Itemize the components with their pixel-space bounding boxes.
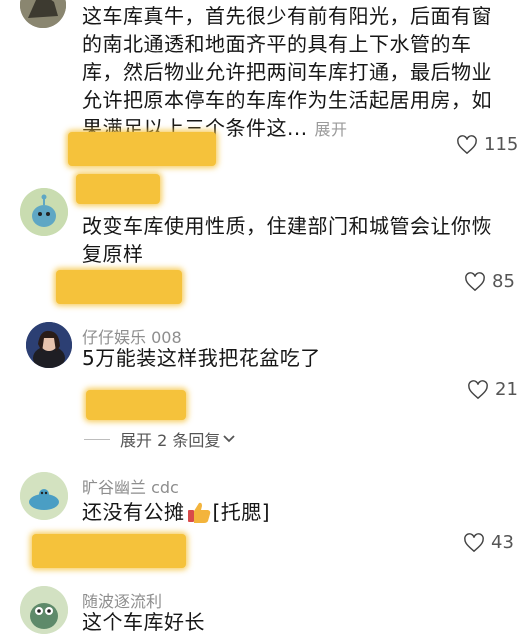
like-count: 21 — [495, 379, 518, 400]
redaction-bar — [86, 390, 186, 420]
comment-text: 还没有公摊 [托腮] — [82, 498, 270, 526]
thumbs-up-emoji-icon — [187, 502, 210, 523]
avatar[interactable] — [20, 0, 66, 28]
comment-text-part: [托腮] — [212, 500, 271, 524]
comment-line: 这车库真牛，首先很少有前有阳光，后面有窗 — [82, 4, 492, 28]
like-button[interactable]: 85 — [464, 271, 515, 292]
divider — [84, 438, 110, 440]
cartoon-avatar-icon — [20, 586, 68, 634]
comment-line: 改变车库使用性质，住建部门和城管会让你恢 — [82, 214, 492, 238]
like-count: 115 — [484, 134, 519, 155]
like-count: 43 — [491, 532, 514, 553]
avatar[interactable] — [20, 586, 68, 634]
username[interactable]: 旷谷幽兰 cdc — [82, 474, 179, 498]
redaction-bar — [68, 132, 216, 166]
expand-replies-label: 展开 2 条回复 — [120, 431, 221, 450]
horse-avatar-icon — [20, 0, 66, 28]
cartoon-avatar-icon — [20, 472, 68, 520]
person-avatar-icon — [26, 322, 72, 368]
redaction-bar — [32, 534, 186, 568]
redaction-bar — [76, 174, 160, 204]
heart-outline-icon — [465, 271, 485, 291]
heart-outline-icon — [468, 379, 488, 399]
avatar[interactable] — [20, 188, 68, 236]
comment-text-part: 还没有公摊 — [82, 500, 185, 524]
comment-text: 改变车库使用性质，住建部门和城管会让你恢 复原样 — [82, 212, 522, 268]
heart-outline-icon — [464, 532, 484, 552]
comment-line: 允许把原本停车的车库作为生活起居用房，如 — [82, 88, 492, 112]
comment-text: 这个车库好长 — [82, 610, 205, 634]
like-button[interactable]: 43 — [463, 532, 514, 553]
comment-line: 库，然后物业允许把两间车库打通，最后物业 — [82, 60, 492, 84]
like-count: 85 — [492, 271, 515, 292]
chevron-down-icon — [223, 435, 235, 443]
comment-text: 5万能装这样我把花盆吃了 — [82, 346, 321, 370]
comment-line: 复原样 — [82, 242, 144, 266]
heart-outline-icon — [457, 134, 477, 154]
expand-link[interactable]: 展开 — [314, 120, 347, 139]
avatar[interactable] — [26, 322, 72, 368]
redaction-bar — [56, 270, 182, 304]
comment-text: 这车库真牛，首先很少有前有阳光，后面有窗 的南北通透和地面齐平的具有上下水管的车… — [82, 2, 522, 144]
cartoon-avatar-icon — [20, 188, 68, 236]
comment-line: 的南北通透和地面齐平的具有上下水管的车 — [82, 32, 472, 56]
like-button[interactable]: 21 — [467, 379, 518, 400]
like-button[interactable]: 115 — [456, 134, 518, 155]
expand-replies-button[interactable]: 展开 2 条回复 — [84, 427, 236, 451]
avatar[interactable] — [20, 472, 68, 520]
